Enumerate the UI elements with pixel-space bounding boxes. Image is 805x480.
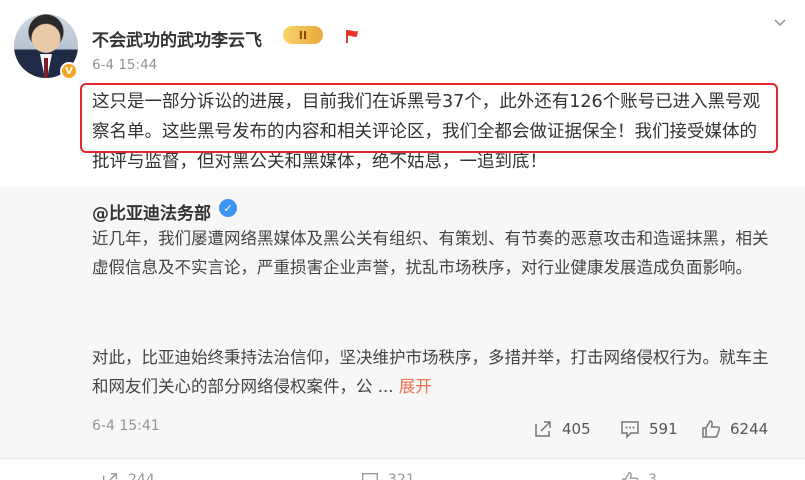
- repost-paragraph-2: 对此，比亚迪始终秉持法治信仰，坚决维护市场秩序，多措并举，打击网络侵权行为。就车…: [92, 343, 772, 401]
- like-count: 6244: [730, 420, 769, 438]
- thumbs-up-icon: [702, 420, 721, 438]
- bottom-like-button[interactable]: 3: [620, 470, 657, 480]
- comment-icon: [362, 472, 378, 480]
- weibo-post-card: V 不会武功的武功李云飞 II 6-4 15:44 这只是一部分诉讼的进展，目前…: [0, 0, 805, 480]
- avatar-tie: [44, 58, 48, 78]
- comment-button[interactable]: 591: [619, 416, 678, 442]
- verified-check-icon: ✓: [219, 199, 237, 217]
- comment-count: 591: [649, 420, 678, 438]
- bottom-repost-button[interactable]: 244: [100, 470, 155, 480]
- like-button[interactable]: 6244: [700, 416, 768, 442]
- repost-paragraph-1: 近几年，我们屡遭网络黑媒体及黑公关有组织、有策划、有节奏的恶意攻击和造谣抹黑，相…: [92, 229, 769, 277]
- bottom-comment-button[interactable]: 321: [360, 470, 415, 480]
- crown-level-icon[interactable]: II: [283, 26, 323, 44]
- repost-timestamp[interactable]: 6-4 15:41: [92, 418, 160, 434]
- verified-v-icon: V: [60, 62, 78, 80]
- repost-author[interactable]: @比亚迪法务部: [92, 199, 211, 224]
- share-icon: [535, 421, 551, 437]
- post-author-name[interactable]: 不会武功的武功李云飞: [92, 26, 262, 51]
- flag-icon[interactable]: [344, 28, 360, 44]
- repost-count: 405: [562, 420, 591, 438]
- chevron-down-icon[interactable]: [772, 14, 788, 30]
- repost-button[interactable]: 405: [532, 416, 591, 442]
- bottom-repost-count: 244: [128, 472, 155, 480]
- share-icon: [102, 472, 118, 480]
- expand-link[interactable]: 展开: [399, 377, 432, 396]
- thumbs-up-icon: [622, 472, 639, 480]
- red-highlight-box: [80, 83, 778, 153]
- post-timestamp[interactable]: 6-4 15:44: [92, 57, 157, 73]
- bottom-like-count: 3: [648, 472, 657, 480]
- level-badge-text: II: [298, 28, 308, 42]
- comment-icon: [621, 421, 639, 439]
- bottom-comment-count: 321: [388, 472, 415, 480]
